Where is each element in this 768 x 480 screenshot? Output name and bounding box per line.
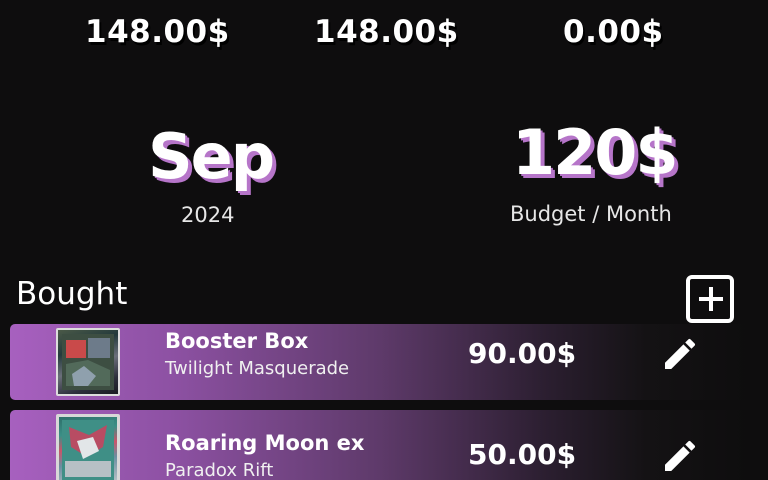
add-item-button[interactable] bbox=[686, 275, 734, 323]
list-item[interactable]: Roaring Moon ex Paradox Rift 50.00$ bbox=[10, 410, 750, 480]
item-price: 90.00$ bbox=[468, 337, 577, 370]
budget-value: 120$ bbox=[512, 116, 679, 189]
item-name: Roaring Moon ex bbox=[165, 431, 365, 455]
list-item[interactable]: Booster Box Twilight Masquerade 90.00$ bbox=[10, 324, 750, 400]
pencil-icon bbox=[665, 440, 696, 471]
item-set: Paradox Rift bbox=[165, 460, 274, 480]
budget-label: Budget / Month bbox=[510, 202, 672, 226]
item-name: Booster Box bbox=[165, 329, 309, 353]
summary-amount-left: 148.00$ bbox=[85, 14, 230, 50]
edit-item-button[interactable] bbox=[660, 334, 700, 374]
year-label: 2024 bbox=[181, 203, 235, 227]
summary-amount-right: 0.00$ bbox=[563, 14, 664, 50]
item-price: 50.00$ bbox=[468, 438, 577, 471]
item-set: Twilight Masquerade bbox=[165, 358, 350, 379]
card-image bbox=[56, 414, 120, 480]
edit-item-button[interactable] bbox=[660, 436, 700, 476]
booster-box-image bbox=[56, 328, 120, 396]
pencil-icon bbox=[665, 338, 696, 369]
section-title-bought: Bought bbox=[16, 276, 128, 312]
summary-amount-middle: 148.00$ bbox=[314, 14, 459, 50]
month-name: Sep bbox=[148, 120, 275, 193]
